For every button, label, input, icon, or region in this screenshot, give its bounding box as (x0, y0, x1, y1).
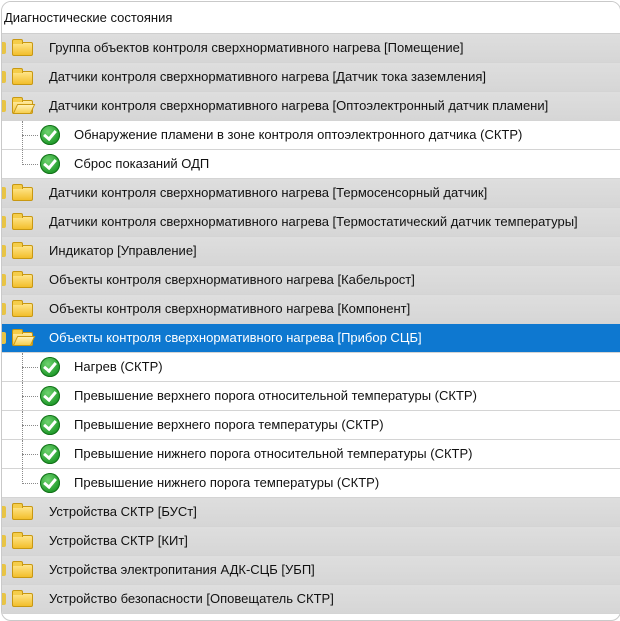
tree-group-row[interactable]: Объекты контроля сверхнормативного нагре… (2, 295, 620, 324)
tree-group-label: Датчики контроля сверхнормативного нагре… (49, 214, 578, 229)
tree-group-label: Устройство безопасности [Оповещатель СКТ… (49, 591, 334, 606)
tree-group-label: Объекты контроля сверхнормативного нагре… (49, 330, 422, 345)
tree-group-row[interactable]: Датчики контроля сверхнормативного нагре… (2, 63, 620, 92)
green-check-icon (40, 415, 60, 435)
tree-item-label: Нагрев (СКТР) (74, 359, 163, 374)
tree-group-row[interactable]: Устройства электропитания АДК-СЦБ [УБП] (2, 556, 620, 585)
expand-toggle-icon[interactable] (2, 42, 6, 54)
tree-item-label: Сброс показаний ОДП (74, 156, 210, 171)
green-check-icon (40, 473, 60, 493)
expand-toggle-icon[interactable] (2, 245, 6, 257)
tree-item-label: Превышение нижнего порога температуры (С… (74, 475, 380, 490)
tree-item-label: Превышение верхнего порога температуры (… (74, 417, 384, 432)
tree-group-row[interactable]: Индикатор [Управление] (2, 237, 620, 266)
tree-root-label[interactable]: Диагностические состояния (2, 2, 620, 34)
collapse-toggle-icon[interactable] (2, 332, 6, 344)
green-check-icon (40, 386, 60, 406)
tree-child-row[interactable]: Сброс показаний ОДП (2, 150, 620, 179)
tree-group-row[interactable]: Датчики контроля сверхнормативного нагре… (2, 179, 620, 208)
folder-icon (12, 213, 33, 230)
diagnostic-tree: Диагностические состояния Группа объекто… (2, 2, 620, 614)
tree-group-label: Датчики контроля сверхнормативного нагре… (49, 69, 486, 84)
tree-child-row[interactable]: Превышение нижнего порога относительной … (2, 440, 620, 469)
folder-icon (12, 184, 33, 201)
tree-group-row-selected[interactable]: Объекты контроля сверхнормативного нагре… (2, 324, 620, 353)
folder-icon (12, 532, 33, 549)
tree-group-row[interactable]: Устройство безопасности [Оповещатель СКТ… (2, 585, 620, 614)
expand-toggle-icon[interactable] (2, 274, 6, 286)
tree-connector-branch (22, 367, 38, 368)
tree-connector-line (22, 469, 23, 484)
collapse-toggle-icon[interactable] (2, 100, 6, 112)
green-check-icon (40, 125, 60, 145)
tree-item-label: Превышение нижнего порога относительной … (74, 446, 473, 461)
folder-icon (12, 39, 33, 56)
tree-group-row[interactable]: Объекты контроля сверхнормативного нагре… (2, 266, 620, 295)
folder-icon (12, 68, 33, 85)
tree-group-label: Группа объектов контроля сверхнормативно… (49, 40, 464, 55)
tree-group-label: Устройства СКТР [БУСт] (49, 504, 197, 519)
folder-icon (12, 242, 33, 259)
folder-icon (12, 561, 33, 578)
tree-child-row[interactable]: Обнаружение пламени в зоне контроля опто… (2, 121, 620, 150)
tree-group-label: Устройства СКТР [КИт] (49, 533, 188, 548)
tree-group-label: Датчики контроля сверхнормативного нагре… (49, 98, 549, 113)
tree-child-row[interactable]: Превышение верхнего порога относительной… (2, 382, 620, 411)
tree-connector-line (22, 150, 23, 165)
tree-connector-branch (22, 396, 38, 397)
tree-child-row[interactable]: Превышение верхнего порога температуры (… (2, 411, 620, 440)
tree-group-row[interactable]: Устройства СКТР [БУСт] (2, 498, 620, 527)
expand-toggle-icon[interactable] (2, 216, 6, 228)
expand-toggle-icon[interactable] (2, 535, 6, 547)
expand-toggle-icon[interactable] (2, 564, 6, 576)
tree-group-label: Индикатор [Управление] (49, 243, 197, 258)
expand-toggle-icon[interactable] (2, 303, 6, 315)
tree-connector-branch (22, 135, 38, 136)
folder-icon (12, 503, 33, 520)
expand-toggle-icon[interactable] (2, 506, 6, 518)
tree-child-row[interactable]: Нагрев (СКТР) (2, 353, 620, 382)
open-folder-icon (12, 97, 33, 114)
folder-icon (12, 300, 33, 317)
open-folder-icon (12, 329, 33, 346)
tree-group-row[interactable]: Датчики контроля сверхнормативного нагре… (2, 208, 620, 237)
expand-toggle-icon[interactable] (2, 187, 6, 199)
tree-group-row[interactable]: Датчики контроля сверхнормативного нагре… (2, 92, 620, 121)
tree-item-label: Обнаружение пламени в зоне контроля опто… (74, 127, 523, 142)
tree-connector-branch (22, 425, 38, 426)
expand-toggle-icon[interactable] (2, 593, 6, 605)
tree-group-row[interactable]: Группа объектов контроля сверхнормативно… (2, 34, 620, 63)
tree-item-label: Превышение верхнего порога относительной… (74, 388, 477, 403)
folder-icon (12, 590, 33, 607)
tree-group-label: Датчики контроля сверхнормативного нагре… (49, 185, 488, 200)
expand-toggle-icon[interactable] (2, 71, 6, 83)
tree-group-label: Объекты контроля сверхнормативного нагре… (49, 272, 415, 287)
tree-rows: Группа объектов контроля сверхнормативно… (2, 34, 620, 614)
tree-group-label: Объекты контроля сверхнормативного нагре… (49, 301, 411, 316)
tree-connector-branch (22, 454, 38, 455)
tree-group-row[interactable]: Устройства СКТР [КИт] (2, 527, 620, 556)
green-check-icon (40, 154, 60, 174)
tree-connector-branch (22, 483, 38, 484)
tree-window: Диагностические состояния Группа объекто… (1, 1, 620, 621)
green-check-icon (40, 444, 60, 464)
tree-child-row[interactable]: Превышение нижнего порога температуры (С… (2, 469, 620, 498)
tree-connector-branch (22, 164, 38, 165)
folder-icon (12, 271, 33, 288)
tree-group-label: Устройства электропитания АДК-СЦБ [УБП] (49, 562, 315, 577)
green-check-icon (40, 357, 60, 377)
